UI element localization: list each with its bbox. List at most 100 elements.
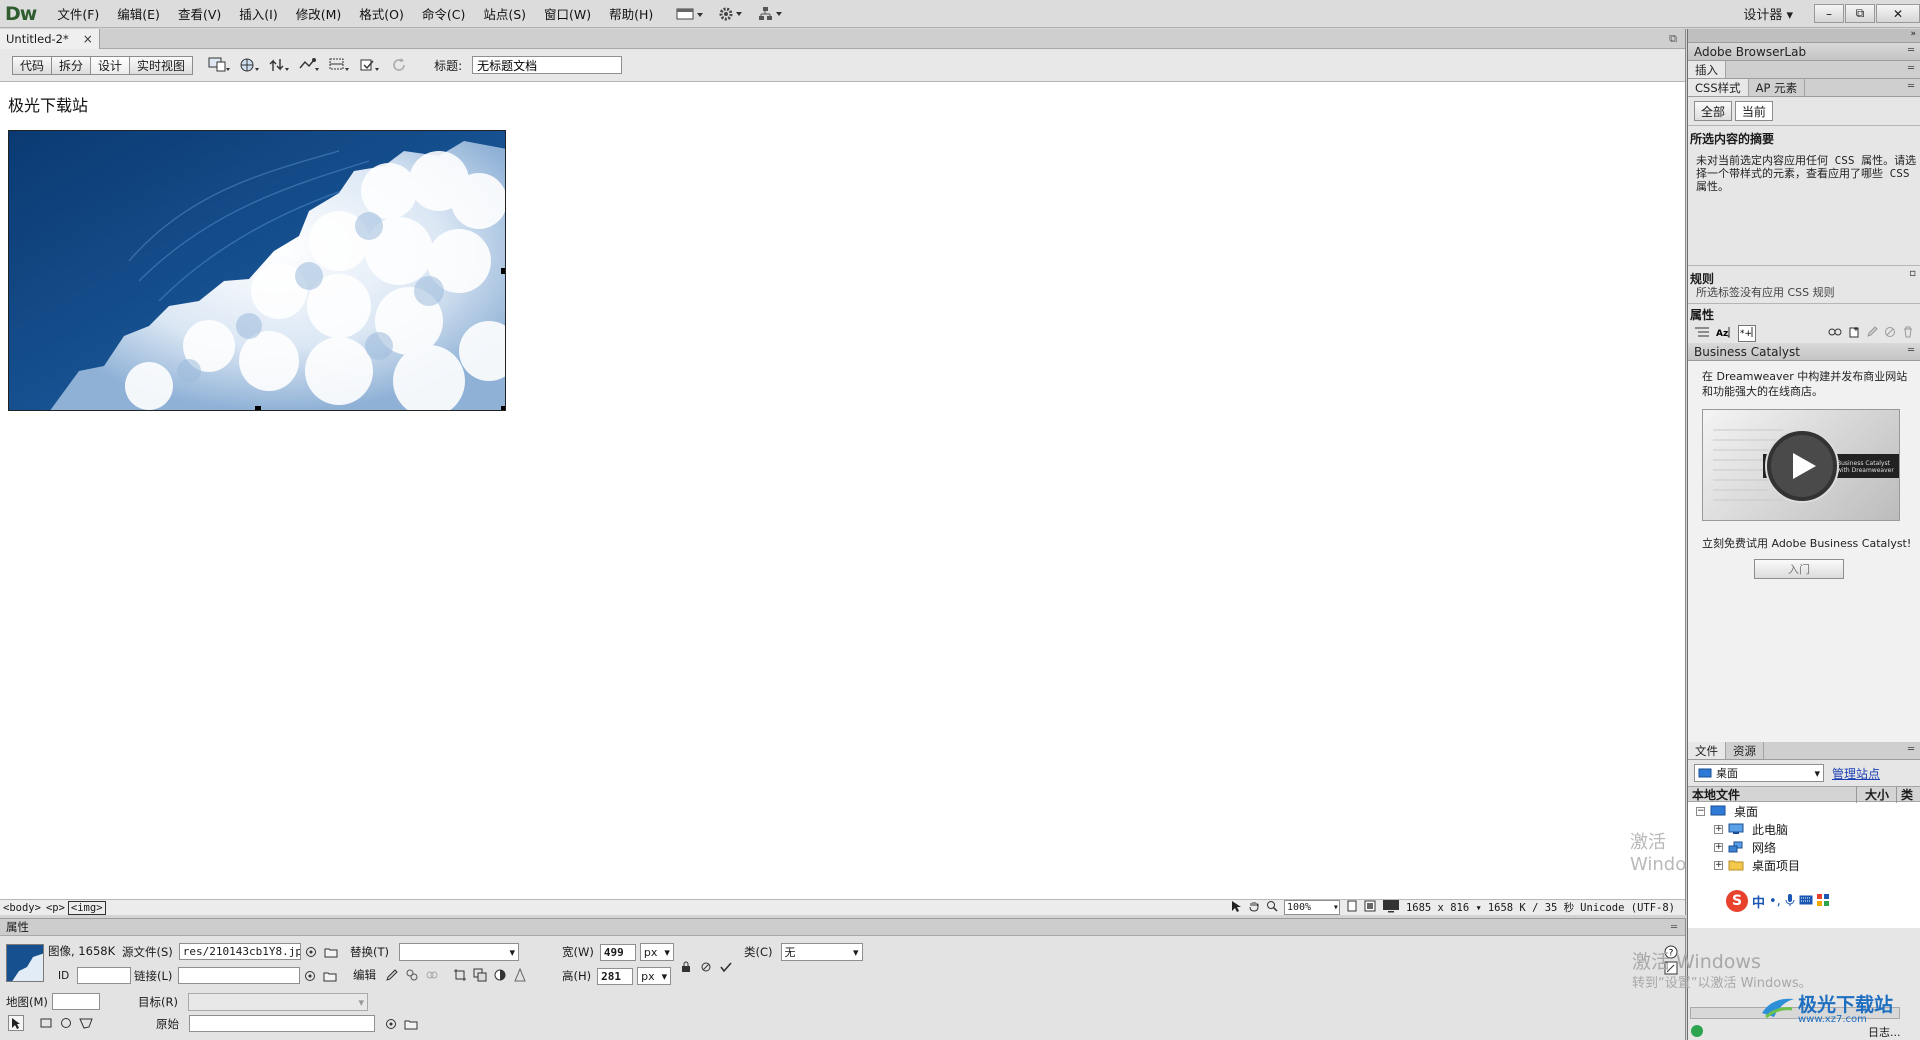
site-location-select[interactable]: 桌面 ▾ (1694, 764, 1824, 782)
rules-toggle-icon[interactable]: ▫ (1909, 268, 1916, 279)
window-size-icon-2[interactable] (1364, 900, 1376, 915)
target-select[interactable]: ▾ (187, 993, 368, 1011)
menu-edit[interactable]: 编辑(E) (108, 4, 169, 23)
ime-mic-icon[interactable] (1785, 893, 1795, 910)
map-name-input[interactable] (51, 993, 100, 1010)
tree-item-network[interactable]: + 网络 (1696, 838, 1920, 856)
site-tree-icon[interactable] (758, 6, 784, 22)
ime-keyboard-icon[interactable] (1799, 894, 1813, 908)
multiscreen-icon[interactable] (206, 54, 232, 76)
restore-doc-icon[interactable]: ⧉ (1669, 32, 1677, 46)
css-all-button[interactable]: 全部 (1694, 101, 1733, 121)
tag-img[interactable]: <img> (67, 900, 106, 915)
menu-insert[interactable]: 插入(I) (230, 4, 286, 23)
alt-select[interactable]: ▾ (399, 943, 519, 961)
menu-view[interactable]: 查看(V) (169, 4, 230, 23)
tab-files[interactable]: 文件 (1688, 742, 1726, 759)
panel-menu-icon[interactable]: ═ (1671, 922, 1677, 933)
original-input[interactable] (189, 1015, 375, 1032)
menu-file[interactable]: 文件(F) (48, 4, 108, 23)
image-id-input[interactable] (77, 967, 132, 984)
src-input[interactable]: res/210143cb1Y8.jpg (178, 943, 301, 960)
menu-help[interactable]: 帮助(H) (600, 4, 662, 23)
resize-handle-bottom[interactable] (255, 406, 261, 410)
w3c-validation-icon[interactable] (296, 54, 322, 76)
tab-assets[interactable]: 资源 (1726, 742, 1764, 759)
bc-getting-started-button[interactable]: 入门 (1754, 559, 1844, 579)
zoom-tool-icon[interactable] (1266, 900, 1278, 915)
tab-css-styles[interactable]: CSS样式 (1688, 79, 1749, 96)
col-local-files[interactable]: 本地文件 (1688, 786, 1856, 803)
help-icon[interactable]: ? (1664, 945, 1678, 962)
width-input[interactable]: 499 (599, 943, 636, 961)
resize-handle-right[interactable] (501, 268, 505, 274)
category-view-icon[interactable] (1694, 326, 1710, 341)
close-button[interactable]: ✕ (1876, 4, 1920, 23)
quick-tag-editor-icon[interactable] (1664, 961, 1678, 978)
ime-punctuation-icon[interactable]: •, (1769, 894, 1781, 909)
sogou-ime-bar[interactable]: S 中 •, (1726, 890, 1829, 912)
menu-commands[interactable]: 命令(C) (413, 4, 474, 23)
height-input[interactable]: 281 (597, 967, 634, 985)
file-management-icon[interactable] (266, 54, 292, 76)
brightness-contrast-icon[interactable] (492, 967, 508, 983)
manage-sites-link[interactable]: 管理站点 (1832, 765, 1880, 782)
tag-body[interactable]: <body> (1, 902, 43, 914)
original-folder-icon[interactable] (403, 1016, 419, 1032)
delete-rule-icon[interactable] (1902, 326, 1914, 341)
new-css-rule-icon[interactable] (1848, 326, 1860, 341)
browserlab-panel-header[interactable]: Adobe BrowserLab ═ (1688, 43, 1920, 61)
refresh-icon[interactable] (386, 54, 412, 76)
menu-format[interactable]: 格式(O) (350, 4, 413, 23)
link-input[interactable] (178, 967, 301, 984)
desktop-size-icon[interactable] (1382, 899, 1400, 916)
menu-modify[interactable]: 修改(M) (287, 4, 351, 23)
preview-browser-icon[interactable] (236, 54, 262, 76)
height-unit-select[interactable]: px ▾ (637, 967, 672, 985)
css-current-button[interactable]: 当前 (1734, 101, 1773, 121)
rect-hotspot-icon[interactable] (38, 1015, 54, 1031)
tree-item-desktop[interactable]: − 桌面 (1696, 802, 1920, 820)
bc-video-thumbnail[interactable]: Business Catalyst with Dreamweaver (1702, 409, 1900, 521)
extend-gear-icon[interactable] (718, 6, 744, 22)
edit-rule-icon[interactable] (1866, 326, 1878, 341)
log-button[interactable]: 日志... (1868, 1024, 1901, 1040)
visual-aids-icon[interactable] (326, 54, 352, 76)
business-catalyst-header[interactable]: Business Catalyst ═ (1688, 343, 1920, 361)
dock-collapse-bar[interactable]: » (1688, 29, 1920, 43)
document-title-input[interactable] (472, 56, 623, 74)
alpha-view-icon[interactable]: Az (1716, 326, 1732, 341)
browse-link-folder-icon[interactable] (322, 968, 338, 984)
live-view-button[interactable]: 实时视图 (129, 55, 194, 75)
menu-window[interactable]: 窗口(W) (535, 4, 600, 23)
check-page-icon[interactable] (356, 54, 382, 76)
files-scrollbar[interactable] (1690, 1007, 1900, 1019)
tag-p[interactable]: <p> (44, 902, 67, 914)
select-tool-icon[interactable] (1230, 900, 1242, 915)
split-view-button[interactable]: 拆分 (51, 55, 92, 75)
document-tab[interactable]: Untitled-2* × (0, 28, 100, 49)
original-point-icon[interactable] (383, 1016, 399, 1032)
sharpen-icon[interactable] (512, 967, 528, 983)
pointer-hotspot-icon[interactable] (8, 1015, 24, 1031)
point-to-file-icon[interactable] (303, 944, 319, 960)
attach-style-icon[interactable] (1828, 326, 1842, 341)
edit-image-icon[interactable] (384, 967, 400, 983)
design-view-button[interactable]: 设计 (90, 55, 131, 75)
polygon-hotspot-icon[interactable] (78, 1015, 94, 1031)
window-size-icon-1[interactable] (1346, 900, 1358, 915)
window-dimensions[interactable]: 1685 x 816 ▾ (1406, 902, 1482, 914)
image-settings-icon[interactable] (404, 967, 420, 983)
collapse-dock-icon[interactable]: » (1910, 29, 1916, 39)
circle-hotspot-icon[interactable] (58, 1015, 74, 1031)
ime-skin-icon[interactable] (1816, 893, 1829, 909)
browse-folder-icon[interactable] (323, 944, 339, 960)
resample-icon[interactable] (472, 967, 488, 983)
disable-rule-icon[interactable] (1884, 326, 1896, 341)
workspace-switcher[interactable]: 设计器 ▾ (1743, 4, 1793, 23)
crop-icon[interactable] (452, 967, 468, 983)
resize-handle-corner[interactable] (501, 406, 505, 410)
update-from-original-icon[interactable] (424, 967, 440, 983)
width-unit-select[interactable]: px ▾ (639, 943, 674, 961)
restore-button[interactable]: ⧉ (1845, 4, 1875, 23)
